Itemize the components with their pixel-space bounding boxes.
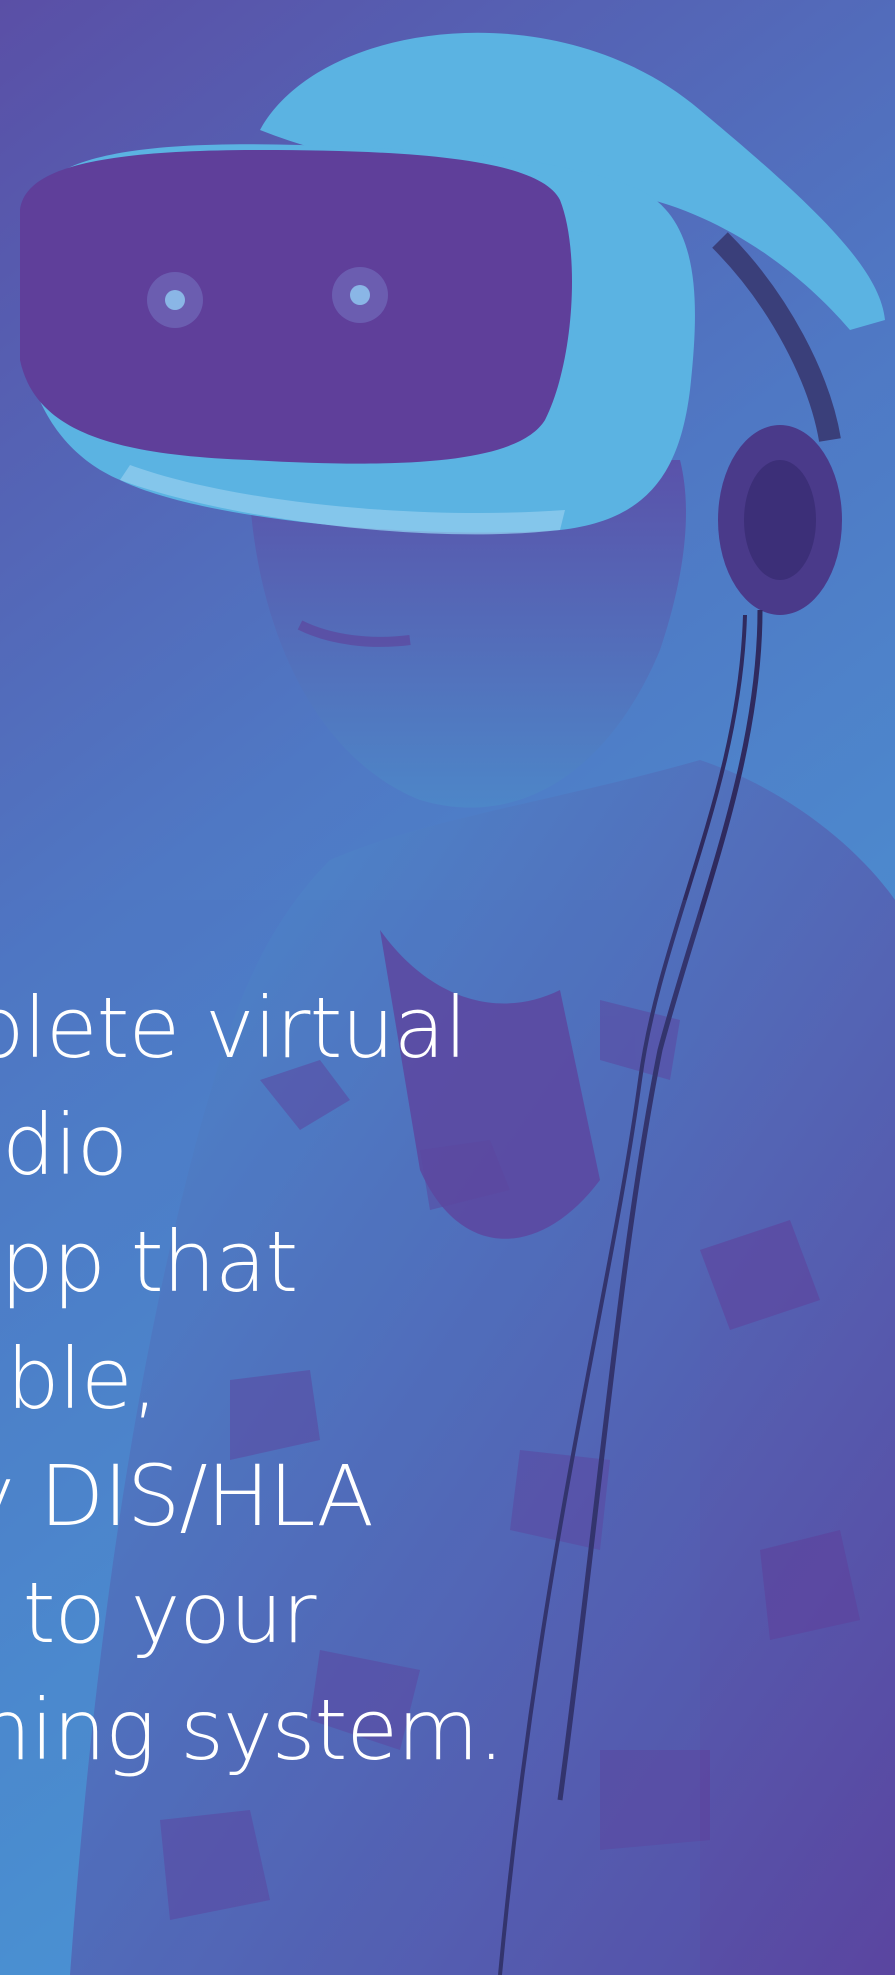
headline-line-6: tion to your bbox=[0, 1564, 317, 1662]
hero-headline: omplete virtual d radio nt app that orta… bbox=[0, 970, 840, 1789]
hero-banner: omplete virtual d radio nt app that orta… bbox=[0, 0, 895, 1975]
headline-line-5: play DIS/HLA bbox=[0, 1447, 374, 1545]
headline-line-7: training system. bbox=[0, 1681, 505, 1779]
headline-line-2: d radio bbox=[0, 1096, 128, 1194]
headline-line-1: omplete virtual bbox=[0, 979, 467, 1077]
headline-line-4: ortable, bbox=[0, 1330, 158, 1428]
vr-headset-icon bbox=[20, 144, 695, 535]
headline-line-3: nt app that bbox=[0, 1213, 298, 1311]
